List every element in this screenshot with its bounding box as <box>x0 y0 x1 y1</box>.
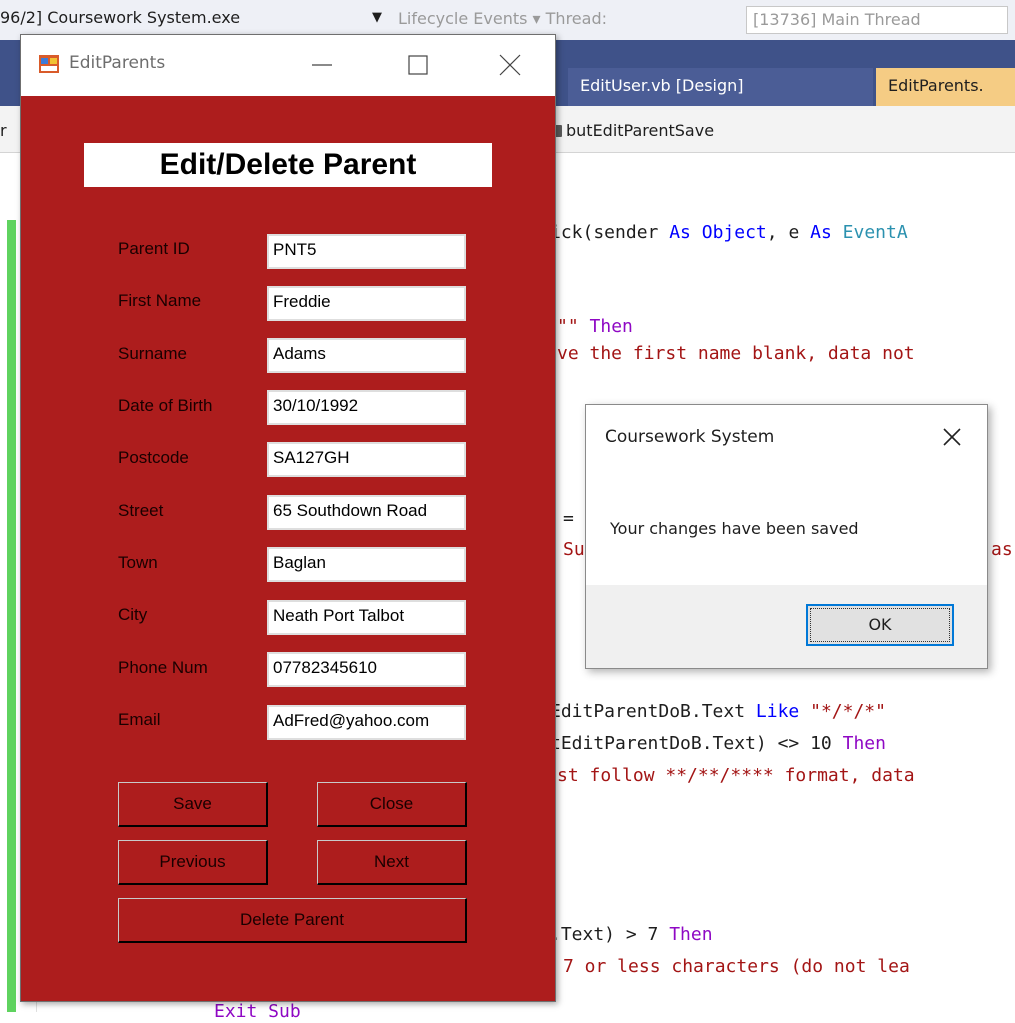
app-icon <box>39 55 59 73</box>
street-field[interactable]: 65 Southdown Road <box>267 495 466 530</box>
code-line[interactable]: as <box>991 539 1013 561</box>
next-button[interactable]: Next <box>317 840 467 885</box>
maximize-icon[interactable] <box>395 43 441 87</box>
title-bar[interactable]: EditParents <box>21 35 555 96</box>
minimize-icon[interactable] <box>299 43 345 87</box>
method-name: butEditParentSave <box>566 121 715 140</box>
label-first-name: First Name <box>118 291 202 310</box>
delete-parent-button[interactable]: Delete Parent <box>118 898 467 943</box>
parent-id-field[interactable]: PNT5 <box>267 234 466 269</box>
close-button[interactable]: Close <box>317 782 467 827</box>
postcode-field[interactable]: SA127GH <box>267 442 466 477</box>
code-line[interactable]: "" Then <box>557 316 633 338</box>
city-field[interactable]: Neath Port Talbot <box>267 600 466 635</box>
method-dropdown[interactable]: butEditParentSave <box>552 121 714 140</box>
thread-value: [13736] Main Thread <box>753 10 921 29</box>
label-surname: Surname <box>118 344 187 363</box>
window-title: EditParents <box>69 53 166 73</box>
previous-button[interactable]: Previous <box>118 840 268 885</box>
phone-num-field[interactable]: 07782345610 <box>267 652 466 687</box>
code-line[interactable]: ick(sender As Object, e As EventA <box>550 222 908 244</box>
ok-button[interactable]: OK <box>806 604 954 646</box>
close-icon[interactable] <box>940 425 964 449</box>
label-city: City <box>118 605 148 624</box>
label-email: Email <box>118 710 161 729</box>
code-line[interactable]: Exit Sub <box>214 1001 301 1023</box>
code-line[interactable]: 7 or less characters (do not lea <box>563 956 910 978</box>
save-button[interactable]: Save <box>118 782 268 827</box>
town-field[interactable]: Baglan <box>267 547 466 582</box>
change-tracking-bar <box>7 220 16 1012</box>
editparents-window: EditParents Edit/Delete Parent Parent ID… <box>20 34 556 1002</box>
code-line[interactable]: EditParentDoB.Text Like "*/*/*" <box>550 701 886 723</box>
lifecycle-events-label: Lifecycle Events ▾ Thread: <box>398 9 607 28</box>
chevron-down-icon[interactable]: ▼ <box>372 10 382 25</box>
label-date-of-birth: Date of Birth <box>118 396 213 415</box>
code-line[interactable]: = <box>563 508 574 530</box>
code-line[interactable]: st follow **/**/**** format, data <box>557 765 915 787</box>
label-parent-id: Parent ID <box>118 239 190 258</box>
label-phone-num: Phone Num <box>118 658 208 677</box>
label-street: Street <box>118 501 164 520</box>
message-box-title: Coursework System <box>605 427 775 447</box>
first-name-field[interactable]: Freddie <box>267 286 466 321</box>
label-town: Town <box>118 553 158 572</box>
thread-dropdown[interactable]: [13736] Main Thread <box>746 6 1008 34</box>
form-heading: Edit/Delete Parent <box>84 143 492 187</box>
tab-edituser-design[interactable]: EditUser.vb [Design] <box>568 68 873 106</box>
surname-field[interactable]: Adams <box>267 338 466 373</box>
close-icon[interactable] <box>487 43 533 87</box>
code-line[interactable]: tEditParentDoB.Text) <> 10 Then <box>550 733 886 755</box>
email-field[interactable]: AdFred@yahoo.com <box>267 705 466 740</box>
label-postcode: Postcode <box>118 448 189 467</box>
message-box: Coursework System Your changes have been… <box>585 404 988 669</box>
code-line[interactable]: .Text) > 7 Then <box>550 924 713 946</box>
date-of-birth-field[interactable]: 30/10/1992 <box>267 390 466 425</box>
nav-left-dropdown[interactable]: r <box>0 121 7 140</box>
code-line[interactable]: Su <box>563 539 585 561</box>
process-dropdown[interactable]: 96/2] Coursework System.exe <box>0 8 240 27</box>
message-text: Your changes have been saved <box>610 519 859 538</box>
tab-editparents[interactable]: EditParents. <box>876 68 1015 106</box>
code-line[interactable]: ve the first name blank, data not <box>557 343 915 365</box>
